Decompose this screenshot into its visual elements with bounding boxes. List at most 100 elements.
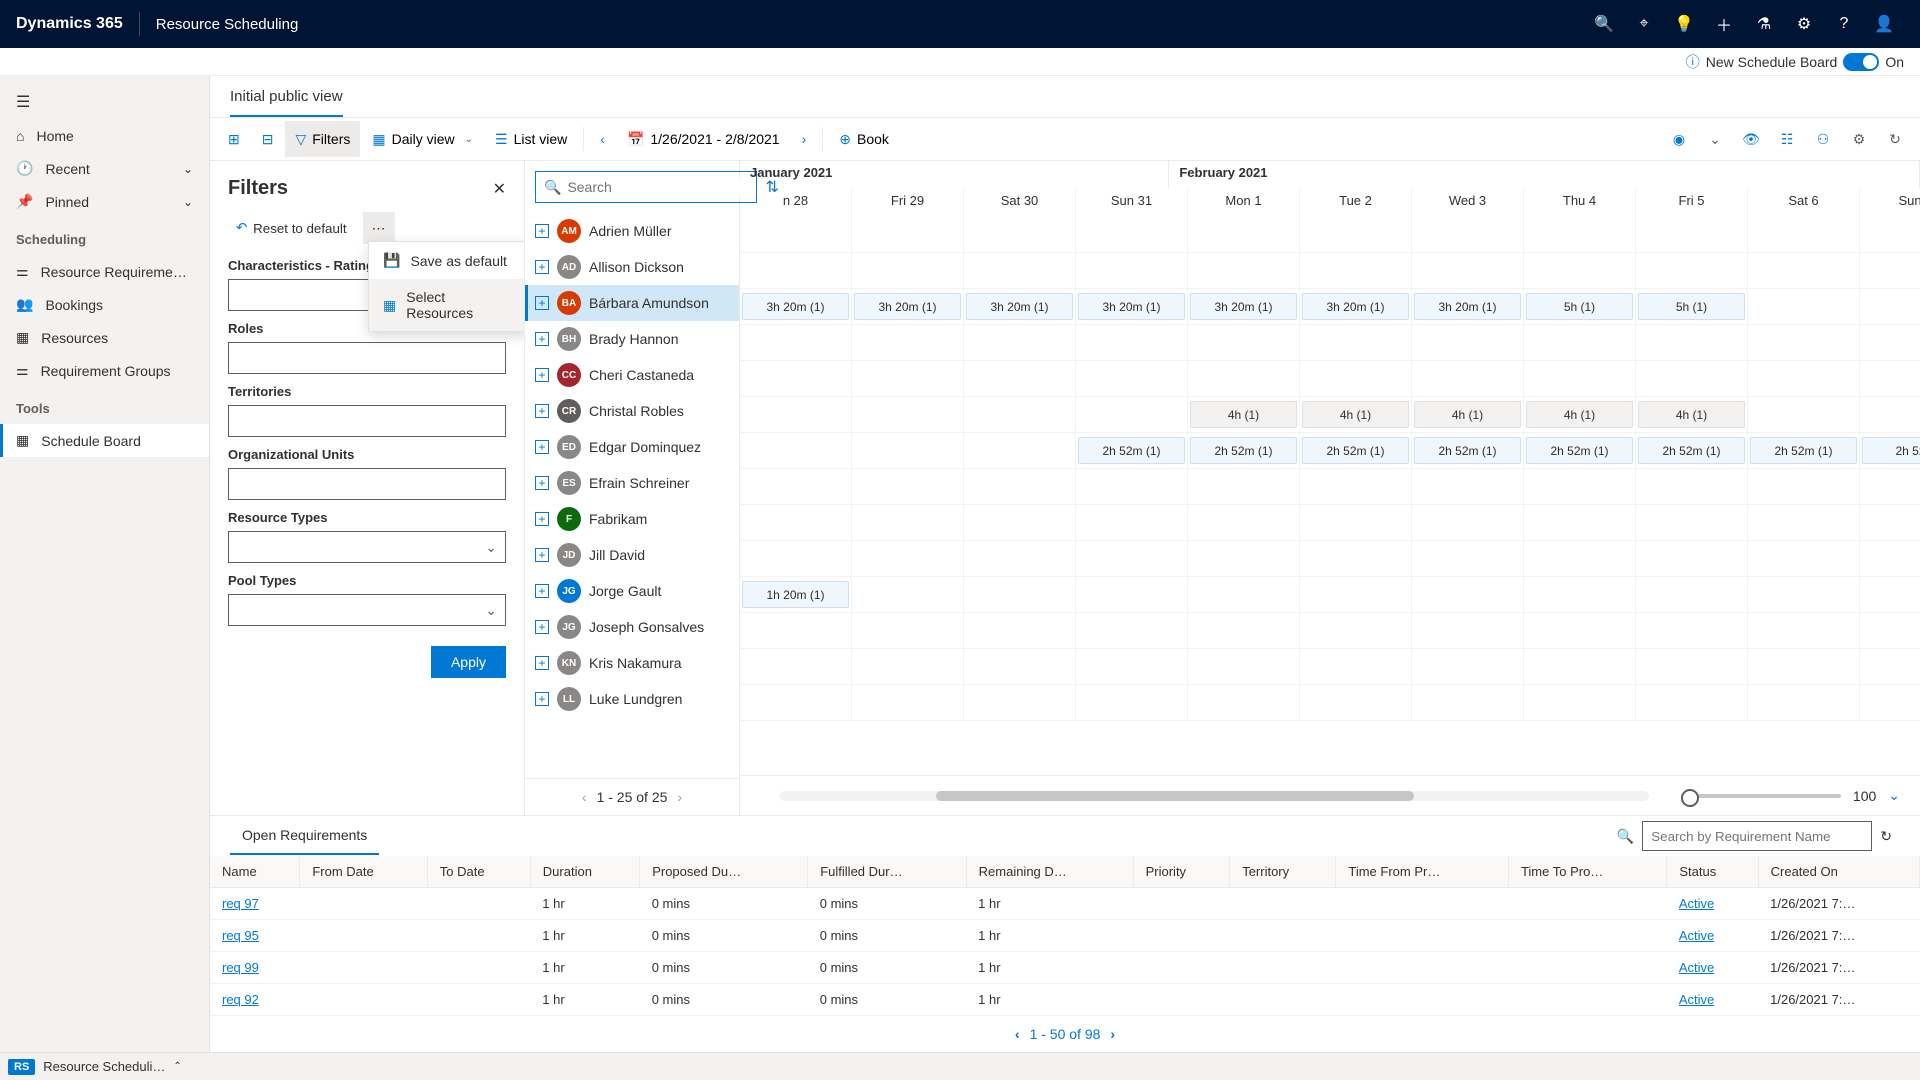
nav-recent[interactable]: 🕐Recent⌄ — [0, 152, 209, 185]
calendar-cell[interactable]: 4h (1) — [1636, 397, 1748, 432]
calendar-cell[interactable] — [1748, 613, 1860, 648]
calendar-cell[interactable] — [1748, 505, 1860, 540]
calendar-cell[interactable] — [964, 505, 1076, 540]
prev-date-button[interactable]: ‹ — [590, 121, 615, 157]
calendar-cell[interactable] — [1300, 649, 1412, 684]
collapse-button[interactable]: ⊟ — [252, 121, 284, 157]
booking[interactable]: 4h (1) — [1638, 401, 1745, 428]
calendar-cell[interactable] — [740, 685, 852, 720]
expand-icon[interactable]: + — [535, 620, 549, 634]
calendar-cell[interactable] — [1076, 397, 1188, 432]
expand-icon[interactable]: + — [535, 404, 549, 418]
settings-icon[interactable]: ⚙ — [1784, 0, 1824, 48]
req-search-input[interactable] — [1642, 821, 1872, 851]
calendar-cell[interactable] — [852, 541, 964, 576]
calendar-cell[interactable] — [1300, 469, 1412, 504]
calendar-cell[interactable] — [1076, 469, 1188, 504]
calendar-cell[interactable] — [1524, 325, 1636, 360]
calendar-cell[interactable]: 3h 20m (1) — [852, 289, 964, 324]
calendar-cell[interactable] — [1748, 685, 1860, 720]
resource-search-input[interactable] — [567, 179, 748, 195]
booking[interactable]: 4h (1) — [1414, 401, 1521, 428]
calendar-cell[interactable] — [1860, 577, 1920, 612]
date-range-button[interactable]: 📅1/26/2021 - 2/8/2021 — [617, 121, 790, 157]
calendar-cell[interactable] — [740, 361, 852, 396]
calendar-cell[interactable] — [1076, 361, 1188, 396]
legend-icon[interactable]: ◉ — [1662, 121, 1696, 157]
booking[interactable]: 3h 20m (1) — [966, 293, 1073, 320]
calendar-cell[interactable] — [964, 253, 1076, 288]
calendar-cell[interactable] — [1412, 505, 1524, 540]
calendar-cell[interactable] — [1748, 541, 1860, 576]
calendar-cell[interactable] — [964, 649, 1076, 684]
calendar-cell[interactable] — [1188, 505, 1300, 540]
expand-icon[interactable]: + — [535, 368, 549, 382]
lightbulb-icon[interactable]: 💡 — [1664, 0, 1704, 48]
booking[interactable]: 2h 52m — [1862, 437, 1920, 464]
calendar-cell[interactable] — [852, 433, 964, 468]
resource-item[interactable]: +ESEfrain Schreiner — [525, 465, 739, 501]
status-caret-icon[interactable]: ⌃ — [173, 1061, 181, 1072]
calendar-cell[interactable] — [1748, 397, 1860, 432]
booking[interactable]: 4h (1) — [1526, 401, 1633, 428]
resource-item[interactable]: +CRChristal Robles — [525, 393, 739, 429]
booking[interactable]: 1h 20m (1) — [742, 581, 849, 608]
calendar-cell[interactable]: 5h (1) — [1524, 289, 1636, 324]
calendar-cell[interactable] — [1300, 685, 1412, 720]
calendar-cell[interactable] — [1524, 649, 1636, 684]
calendar-cell[interactable] — [964, 541, 1076, 576]
calendar-cell[interactable] — [852, 217, 964, 252]
calendar-cell[interactable] — [1748, 361, 1860, 396]
column-header[interactable]: Status — [1667, 856, 1758, 888]
resource-item[interactable]: +FFabrikam — [525, 501, 739, 537]
nav-resources[interactable]: ▦Resources — [0, 321, 209, 354]
requirement-row[interactable]: req 921 hr0 mins0 mins1 hrActive1/26/202… — [210, 984, 1920, 1016]
calendar-cell[interactable] — [1860, 325, 1920, 360]
calendar-cell[interactable] — [1860, 469, 1920, 504]
requirement-row[interactable]: req 951 hr0 mins0 mins1 hrActive1/26/202… — [210, 920, 1920, 952]
calendar-cell[interactable] — [852, 361, 964, 396]
calendar-cell[interactable]: 3h 20m (1) — [1300, 289, 1412, 324]
hamburger-icon[interactable]: ☰ — [0, 84, 209, 120]
column-header[interactable]: Name — [210, 856, 300, 888]
resource-item[interactable]: +KNKris Nakamura — [525, 645, 739, 681]
column-header[interactable]: Remaining D… — [966, 856, 1133, 888]
calendar-cell[interactable] — [1188, 361, 1300, 396]
calendar-cell[interactable]: 2h 52m (1) — [1188, 433, 1300, 468]
booking[interactable]: 4h (1) — [1190, 401, 1297, 428]
calendar-cell[interactable] — [852, 613, 964, 648]
calendar-cell[interactable] — [740, 397, 852, 432]
calendar-cell[interactable]: 4h (1) — [1524, 397, 1636, 432]
calendar-cell[interactable] — [964, 217, 1076, 252]
book-button[interactable]: ⊕Book — [829, 121, 899, 157]
calendar-cell[interactable] — [1300, 325, 1412, 360]
calendar-cell[interactable] — [1636, 469, 1748, 504]
calendar-cell[interactable] — [1412, 325, 1524, 360]
expand-icon[interactable]: + — [535, 224, 549, 238]
calendar-cell[interactable] — [1748, 469, 1860, 504]
calendar-cell[interactable] — [852, 253, 964, 288]
calendar-cell[interactable] — [1076, 577, 1188, 612]
nav-schedule-board[interactable]: ▦Schedule Board — [0, 424, 209, 457]
column-header[interactable]: Duration — [530, 856, 639, 888]
nav-resource-requireme-[interactable]: ⚌Resource Requireme… — [0, 255, 209, 288]
booking[interactable]: 3h 20m (1) — [1190, 293, 1297, 320]
calendar-cell[interactable] — [740, 505, 852, 540]
booking[interactable]: 3h 20m (1) — [742, 293, 849, 320]
save-as-default-item[interactable]: 💾 Save as default — [369, 242, 525, 279]
search-icon[interactable]: 🔍 — [1584, 0, 1624, 48]
column-header[interactable]: Time To Pro… — [1508, 856, 1666, 888]
resource-item[interactable]: +CCCheri Castaneda — [525, 357, 739, 393]
select-resources-item[interactable]: ▦ Select Resources — [369, 279, 525, 331]
list-view-button[interactable]: ☰List view — [485, 121, 577, 157]
help-icon[interactable]: ? — [1824, 0, 1864, 48]
expand-icon[interactable]: + — [535, 332, 549, 346]
calendar-cell[interactable] — [1076, 217, 1188, 252]
req-name-link[interactable]: req 92 — [222, 992, 259, 1007]
calendar-cell[interactable] — [740, 217, 852, 252]
calendar-cell[interactable] — [1636, 649, 1748, 684]
calendar-cell[interactable] — [1188, 541, 1300, 576]
user-icon[interactable]: 👤 — [1864, 0, 1904, 48]
calendar-cell[interactable] — [1636, 505, 1748, 540]
calendar-cell[interactable] — [1748, 577, 1860, 612]
